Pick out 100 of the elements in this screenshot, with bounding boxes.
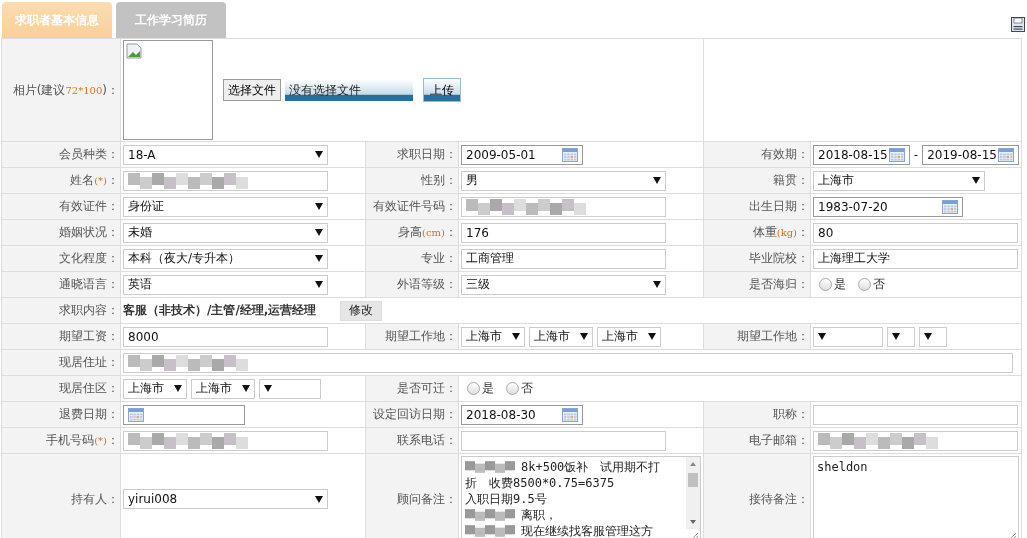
- dropdown[interactable]: 上海市: [597, 326, 661, 347]
- dropdown[interactable]: 三级: [461, 274, 666, 295]
- dropdown[interactable]: [887, 326, 915, 347]
- choose-file-button[interactable]: 选择文件: [223, 79, 281, 101]
- text-field[interactable]: 80: [813, 222, 1018, 243]
- scrollbar[interactable]: [686, 457, 700, 529]
- redacted-mosaic: [465, 524, 515, 538]
- dropdown[interactable]: 上海市: [123, 378, 187, 399]
- calendar-icon[interactable]: [998, 147, 1014, 162]
- text-field[interactable]: [813, 404, 1018, 425]
- caret-icon: [315, 151, 323, 158]
- calendar-icon[interactable]: [562, 407, 578, 422]
- caret-icon: [242, 385, 250, 392]
- field-label: 有效证件号码：: [366, 194, 458, 219]
- caret-icon: [972, 177, 980, 184]
- field-label: 是否可迁：: [366, 376, 458, 401]
- calendar-icon[interactable]: [942, 199, 958, 214]
- dropdown[interactable]: 上海市: [813, 170, 985, 191]
- field-label: 是否海归：: [704, 272, 810, 297]
- field-label: 期望工作地：: [366, 324, 458, 349]
- dropdown[interactable]: 未婚: [123, 222, 328, 243]
- date-field[interactable]: 1983-07-20: [813, 196, 963, 217]
- save-icon[interactable]: [1011, 17, 1025, 32]
- caret-icon: [512, 333, 520, 340]
- redacted-mosaic: [465, 460, 515, 474]
- field-label: 专业：: [366, 246, 458, 271]
- field-label: 接待备注：: [704, 454, 810, 538]
- field-label: 体重(kg)：: [704, 220, 810, 245]
- field-label: 会员种类：: [2, 142, 120, 167]
- caret-icon: [174, 385, 182, 392]
- dropdown[interactable]: 本科（夜大/专升本）: [123, 248, 328, 269]
- field-label: 姓名(*)：: [2, 168, 120, 193]
- calendar-icon[interactable]: [888, 147, 905, 162]
- caret-icon: [924, 333, 932, 340]
- resize-grip-icon[interactable]: [1009, 532, 1017, 538]
- field-label: 电子邮箱：: [704, 428, 810, 453]
- dropdown[interactable]: 英语: [123, 274, 328, 295]
- dropdown[interactable]: yirui008: [123, 489, 328, 509]
- job-categories: 客服（非技术）/主管/经理,运营经理: [123, 302, 317, 319]
- text-field[interactable]: [461, 196, 666, 217]
- dropdown[interactable]: 身份证: [123, 196, 328, 217]
- field-label: 婚姻状况：: [2, 220, 120, 245]
- field-label: 通晓语言：: [2, 272, 120, 297]
- field-label: 外语等级：: [366, 272, 458, 297]
- range-separator: -: [913, 147, 919, 162]
- field-label: 籍贯：: [704, 168, 810, 193]
- text-field[interactable]: [813, 430, 1018, 451]
- notes-field[interactable]: sheldon: [813, 456, 1019, 538]
- date-field[interactable]: 2009-05-01: [461, 144, 583, 165]
- date-field[interactable]: 2018-08-15: [813, 144, 910, 165]
- field-label: 现居住区：: [2, 376, 120, 401]
- text-field[interactable]: [123, 430, 328, 451]
- text-field[interactable]: 176: [461, 222, 666, 243]
- radio-option[interactable]: 是: [467, 380, 494, 397]
- caret-icon: [653, 281, 661, 288]
- date-field[interactable]: [123, 404, 245, 425]
- field-label: 联系电话：: [366, 428, 458, 453]
- date-field[interactable]: 2019-08-15: [922, 144, 1019, 165]
- dropdown[interactable]: 上海市: [191, 378, 255, 399]
- dropdown[interactable]: 18-A: [123, 144, 328, 165]
- dropdown[interactable]: 上海市: [461, 326, 525, 347]
- caret-icon: [315, 255, 323, 262]
- text-field[interactable]: [123, 170, 328, 191]
- text-field[interactable]: 工商管理: [461, 248, 666, 269]
- field-label: 持有人：: [2, 454, 120, 538]
- text-field[interactable]: [461, 430, 666, 451]
- calendar-icon[interactable]: [562, 147, 578, 162]
- redacted-mosaic: [465, 508, 515, 522]
- resize-grip-icon[interactable]: [691, 532, 699, 538]
- field-label: 有效证件：: [2, 194, 120, 219]
- caret-icon: [315, 495, 323, 503]
- radio-option[interactable]: 是: [819, 276, 846, 293]
- text-field[interactable]: 8000: [123, 326, 328, 347]
- file-status: 没有选择文件: [285, 79, 413, 101]
- caret-icon: [315, 203, 323, 210]
- dropdown[interactable]: [919, 326, 947, 347]
- radio-option[interactable]: 否: [506, 380, 533, 397]
- field-label: 求职日期：: [366, 142, 458, 167]
- field-label: 出生日期：: [704, 194, 810, 219]
- text-field[interactable]: [123, 352, 1013, 373]
- dropdown[interactable]: 男: [461, 170, 666, 191]
- field-label: 期望工作地：: [704, 324, 810, 349]
- calendar-icon[interactable]: [128, 407, 144, 422]
- field-label: 有效期：: [704, 142, 810, 167]
- field-label: 求职内容：: [2, 298, 120, 323]
- field-label: 性别：: [366, 168, 458, 193]
- field-label: 手机号码(*)：: [2, 428, 120, 453]
- edit-button[interactable]: 修改: [340, 300, 383, 321]
- radio-option[interactable]: 否: [858, 276, 885, 293]
- field-label: 文化程度：: [2, 246, 120, 271]
- caret-icon: [264, 385, 272, 392]
- field-label: 设定回访日期：: [366, 402, 458, 427]
- upload-button[interactable]: 上传: [423, 78, 461, 102]
- dropdown[interactable]: 上海市: [529, 326, 593, 347]
- field-label: 退费日期：: [2, 402, 120, 427]
- notes-field[interactable]: 8k+500饭补 试用期不打 折 收费8500*0.75=6375 入职日期9.5号 离职， 现在继续找客服管理这方: [461, 456, 701, 538]
- field-label: 现居住址：: [2, 350, 120, 375]
- date-field[interactable]: 2018-08-30: [461, 404, 583, 425]
- caret-icon: [315, 281, 323, 288]
- text-field[interactable]: 上海理工大学: [813, 248, 1018, 269]
